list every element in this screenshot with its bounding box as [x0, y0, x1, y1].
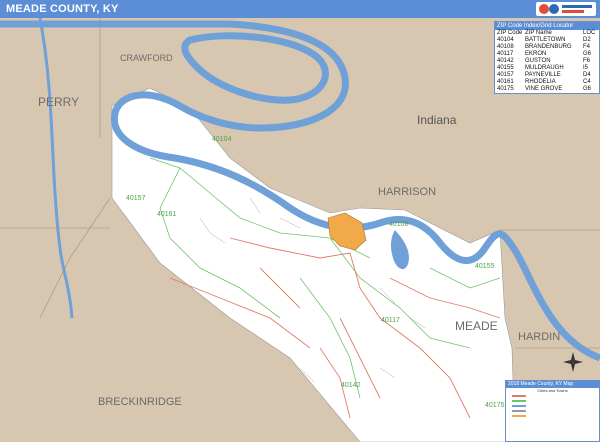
table-row: 40157 PAYNEVILLE D4 — [495, 72, 599, 79]
table-row: 40142 GUSTON F6 — [495, 58, 599, 65]
zip-cell: 40104 — [497, 37, 514, 43]
label-indiana: Indiana — [417, 113, 457, 127]
zip-cell: 40108 — [497, 44, 514, 50]
table-row: 40104 BATTLETOWN D2 — [495, 37, 599, 44]
highlight-swatch — [512, 414, 526, 417]
column-header: ZIP Code — [497, 30, 523, 36]
table-row: 40161 RHODELIA C4 — [495, 79, 599, 86]
publisher-logo-icon — [536, 2, 596, 16]
name-cell: RHODELIA — [525, 79, 556, 85]
name-cell: MULDRAUGH — [525, 65, 564, 71]
zip-cell: 40175 — [497, 86, 514, 92]
loc-cell: F6 — [583, 58, 591, 64]
road-swatch — [512, 394, 526, 397]
zip-label: 40142 — [341, 382, 361, 389]
zip-cell: 40142 — [497, 58, 514, 64]
title-bar: MEADE COUNTY, KY — [0, 0, 600, 18]
label-meade: MEADE — [455, 319, 498, 333]
label-harrison: HARRISON — [378, 186, 436, 198]
loc-cell: F4 — [583, 44, 591, 50]
label-hardin: HARDIN — [518, 331, 560, 343]
loc-cell: D2 — [583, 37, 591, 43]
name-cell: EKRON — [525, 51, 547, 57]
boundary-swatch — [512, 409, 526, 412]
name-cell: BATTLETOWN — [525, 37, 566, 43]
label-breckinridge: BRECKINRIDGE — [98, 396, 182, 408]
zip-label: 40157 — [126, 195, 146, 202]
zip-cell: 40155 — [497, 65, 514, 71]
zip-label: 40155 — [475, 263, 495, 270]
map-title: MEADE COUNTY, KY — [6, 3, 119, 15]
name-cell: GUSTON — [525, 58, 551, 64]
label-crawford: CRAWFORD — [120, 53, 173, 63]
table-row: 40108 BRANDENBURG F4 — [495, 44, 599, 51]
zip-swatch — [512, 399, 526, 402]
map-legend: 2018 Meade County, KY Map Cities and Tow… — [505, 380, 600, 442]
zip-label: 40117 — [381, 317, 400, 324]
zip-table-columns: ZIP Code ZIP Name LOC — [495, 30, 599, 37]
water-swatch — [512, 404, 526, 407]
label-perry: PERRY — [38, 95, 79, 109]
zip-index-table: ZIP Code Index/Grid Locator ZIP Code ZIP… — [494, 21, 600, 94]
zip-label: 40161 — [157, 211, 177, 218]
name-cell: BRANDENBURG — [525, 44, 572, 50]
loc-cell: C4 — [583, 79, 591, 85]
loc-cell: G6 — [583, 86, 592, 92]
map-frame: MEADE COUNTY, KY PERRY CRAWFORD Indiana … — [0, 0, 600, 442]
column-header: ZIP Name — [525, 30, 552, 36]
zip-cell: 40117 — [497, 51, 514, 57]
loc-cell: G6 — [583, 51, 592, 57]
zip-table-header: ZIP Code Index/Grid Locator — [495, 22, 599, 30]
name-cell: VINE GROVE — [525, 86, 563, 92]
zip-cell: 40161 — [497, 79, 514, 85]
legend-swatch-row — [506, 413, 599, 418]
loc-cell: I5 — [583, 65, 589, 71]
zip-label: 40104 — [212, 136, 232, 143]
name-cell: PAYNEVILLE — [525, 72, 561, 78]
table-row: 40175 VINE GROVE G6 — [495, 86, 599, 93]
loc-cell: D4 — [583, 72, 591, 78]
legend-header: 2018 Meade County, KY Map — [506, 381, 599, 388]
zip-cell: 40157 — [497, 72, 514, 78]
table-row: 40155 MULDRAUGH I5 — [495, 65, 599, 72]
table-row: 40117 EKRON G6 — [495, 51, 599, 58]
zip-label: 40108 — [389, 221, 409, 228]
zip-label: 40175 — [485, 402, 505, 409]
column-header: LOC — [583, 30, 596, 36]
